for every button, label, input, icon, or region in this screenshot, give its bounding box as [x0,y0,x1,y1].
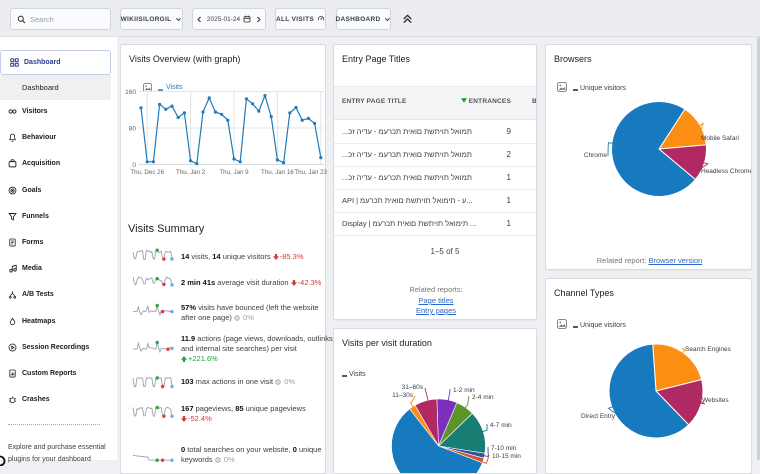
svg-text:Websites: Websites [702,397,729,404]
svg-text:11–30s: 11–30s [392,392,414,399]
svg-text:Thu, Jan 16: Thu, Jan 16 [261,169,294,176]
svg-text:160: 160 [125,89,136,96]
svg-text:10-15 min: 10-15 min [492,453,521,460]
svg-text:80: 80 [129,126,137,133]
svg-text:Search Engines: Search Engines [685,346,732,353]
svg-text:7-10 min: 7-10 min [491,445,517,452]
svg-text:Thu, Jan 23: Thu, Jan 23 [294,169,327,176]
svg-text:Thu, Jan 9: Thu, Jan 9 [219,169,249,176]
svg-text:4-7 min: 4-7 min [490,422,512,429]
svg-text:Thu, Dec 26: Thu, Dec 26 [130,169,164,176]
svg-text:1-2 min: 1-2 min [453,387,475,394]
svg-text:Mobile Safari: Mobile Safari [701,135,739,142]
svg-text:Direct Entry: Direct Entry [581,413,616,420]
svg-text:Chrome: Chrome [584,152,608,159]
svg-text:31–60s: 31–60s [402,384,424,391]
svg-text:2-4 min: 2-4 min [472,394,494,401]
svg-text:Headless Chrome: Headless Chrome [701,168,752,175]
svg-text:0: 0 [132,162,136,169]
svg-text:Thu, Jan 2: Thu, Jan 2 [176,169,206,176]
